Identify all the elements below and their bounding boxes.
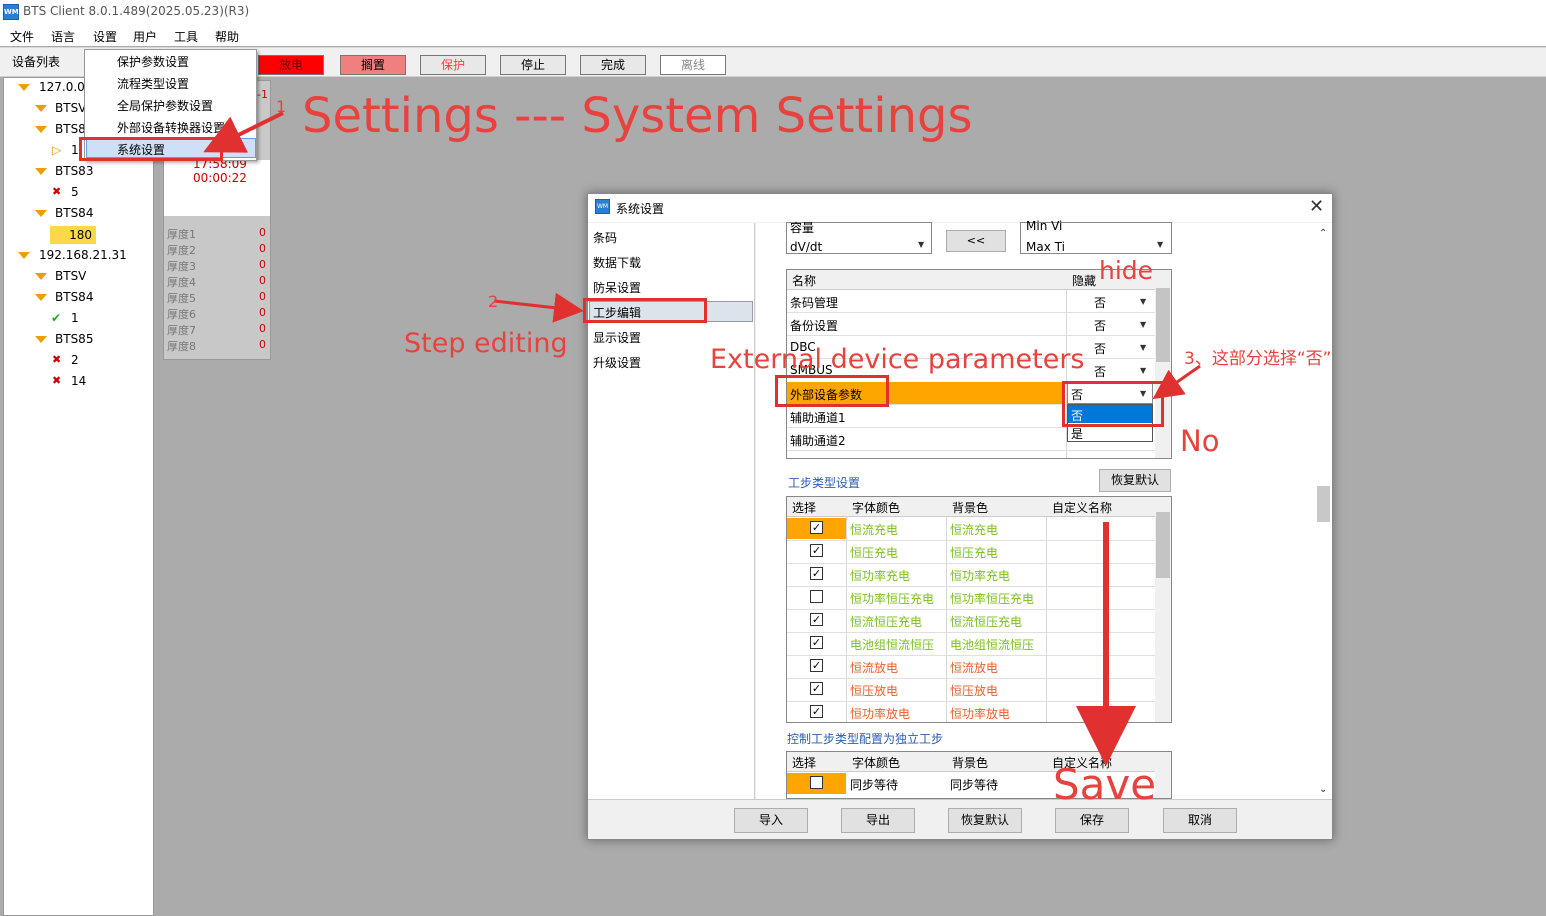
annotation-no: No [1180,424,1220,458]
annotation-step-2: Step editing [404,328,568,359]
annotation-step-1-number: 1 [276,97,287,116]
annotation-step-2-number: 2 [488,292,499,311]
arrow-2-icon [493,292,584,323]
arrow-1-icon [203,111,284,153]
annotation-external-device: External device parameters [710,344,1085,375]
annotation-step-3: 3、这部分选择“否” [1184,349,1332,369]
annotation-hide: hide [1099,256,1154,285]
annotation-save: Save [1053,760,1157,809]
annotation-step-1: Settings --- System Settings [302,88,973,144]
arrow-3-icon [1152,364,1201,400]
